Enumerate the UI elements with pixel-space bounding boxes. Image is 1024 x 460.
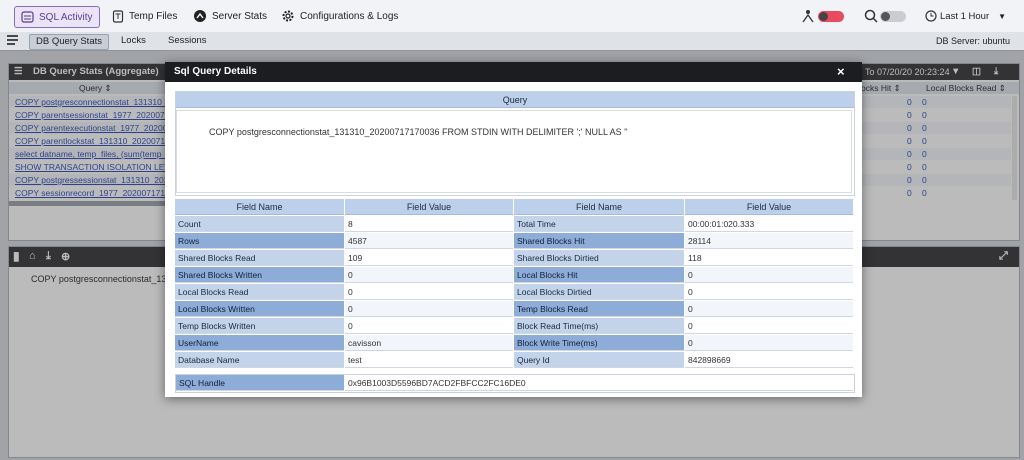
- gear-icon: [282, 10, 294, 22]
- field-name-cell: Shared Blocks Written: [175, 267, 344, 283]
- field-name-cell: Local Blocks Read: [175, 284, 344, 300]
- zoom-toggle[interactable]: [880, 11, 906, 22]
- modal-title: Sql Query Details: [174, 66, 257, 77]
- field-name-cell: Total Time: [514, 216, 684, 232]
- sql-handle-row: SQL Handle 0x96B1003D5596BD7ACD2FBFCC2FC…: [175, 374, 855, 393]
- field-value-cell: 0: [685, 267, 853, 283]
- field-name-cell: Shared Blocks Read: [175, 250, 344, 266]
- field-name-cell: Local Blocks Written: [175, 301, 344, 317]
- field-name-cell: Query Id: [514, 352, 684, 368]
- zoom-search-icon: [864, 9, 878, 26]
- menu-icon[interactable]: [6, 34, 19, 49]
- field-value-cell: 0: [345, 267, 513, 283]
- file-icon: [112, 9, 124, 23]
- database-icon: [21, 11, 34, 23]
- field-name-cell: Temp Blocks Written: [175, 318, 344, 334]
- field-name-cell: Local Blocks Hit: [514, 267, 684, 283]
- chevron-down-icon: ▼: [998, 11, 1007, 21]
- field-value-cell: 0: [685, 335, 853, 351]
- db-server-label: DB Server: ubuntu: [936, 36, 1011, 46]
- field-value-cell: 842898669: [685, 352, 853, 368]
- query-text-area: COPY postgresconnectionstat_131310_20200…: [176, 110, 852, 193]
- modal-header: Sql Query Details ×: [165, 62, 862, 82]
- person-icon: [800, 9, 816, 26]
- sql-query-details-modal: Sql Query Details × Query COPY postgresc…: [165, 62, 862, 397]
- field-name-cell: Local Blocks Dirtied: [514, 284, 684, 300]
- column-header-field-name: Field Name: [175, 199, 344, 215]
- field-grid: Field Name Field Value Field Name Field …: [175, 199, 853, 368]
- field-value-cell: 0: [345, 301, 513, 317]
- field-name-cell: Temp Blocks Read: [514, 301, 684, 317]
- clock-icon: [925, 10, 937, 22]
- field-name-cell: Shared Blocks Hit: [514, 233, 684, 249]
- field-value-cell: 00:00:01:020.333: [685, 216, 853, 232]
- field-name-cell: Block Write Time(ms): [514, 335, 684, 351]
- tab-configurations-logs[interactable]: Configurations & Logs: [281, 6, 398, 26]
- field-name-cell: Count: [175, 216, 344, 232]
- field-value-cell: 109: [345, 250, 513, 266]
- field-value-cell: 0: [345, 284, 513, 300]
- field-value-cell: 118: [685, 250, 853, 266]
- field-value-cell: 0: [685, 284, 853, 300]
- top-navigation: SQL Activity Temp Files Server Stats Con…: [0, 0, 1024, 33]
- field-name-cell: UserName: [175, 335, 344, 351]
- field-value-cell: test: [345, 352, 513, 368]
- tab-sessions[interactable]: Sessions: [168, 34, 207, 48]
- sql-handle-value: 0x96B1003D5596BD7ACD2FBFCC2FC16DE0: [345, 375, 853, 391]
- tab-temp-files[interactable]: Temp Files: [112, 6, 177, 26]
- field-value-cell: 8: [345, 216, 513, 232]
- tab-locks[interactable]: Locks: [121, 34, 146, 48]
- field-name-cell: Block Read Time(ms): [514, 318, 684, 334]
- field-value-cell: 0: [345, 318, 513, 334]
- sql-handle-label: SQL Handle: [176, 375, 344, 391]
- sub-navigation: DB Query Stats Locks Sessions DB Server:…: [0, 32, 1024, 51]
- field-value-cell: 0: [685, 318, 853, 334]
- field-value-cell: 28114: [685, 233, 853, 249]
- tab-server-stats[interactable]: Server Stats: [193, 6, 267, 26]
- query-box: Query COPY postgresconnectionstat_131310…: [175, 91, 855, 196]
- time-range-select[interactable]: Last 1 Hour ▼: [925, 10, 1006, 22]
- tab-db-query-stats[interactable]: DB Query Stats: [29, 34, 109, 50]
- speedometer-icon: [194, 10, 206, 22]
- field-value-cell: 4587: [345, 233, 513, 249]
- column-header-field-value-2: Field Value: [685, 199, 853, 215]
- field-value-cell: 0: [685, 301, 853, 317]
- close-icon[interactable]: ×: [837, 62, 845, 82]
- field-name-cell: Shared Blocks Dirtied: [514, 250, 684, 266]
- field-name-cell: Database Name: [175, 352, 344, 368]
- field-name-cell: Rows: [175, 233, 344, 249]
- field-value-cell: cavisson: [345, 335, 513, 351]
- query-text: COPY postgresconnectionstat_131310_20200…: [209, 127, 628, 137]
- tab-sql-activity[interactable]: SQL Activity: [14, 6, 100, 28]
- column-header-field-name-2: Field Name: [514, 199, 684, 215]
- query-header: Query: [176, 92, 854, 108]
- column-header-field-value: Field Value: [345, 199, 513, 215]
- live-toggle[interactable]: [818, 11, 844, 22]
